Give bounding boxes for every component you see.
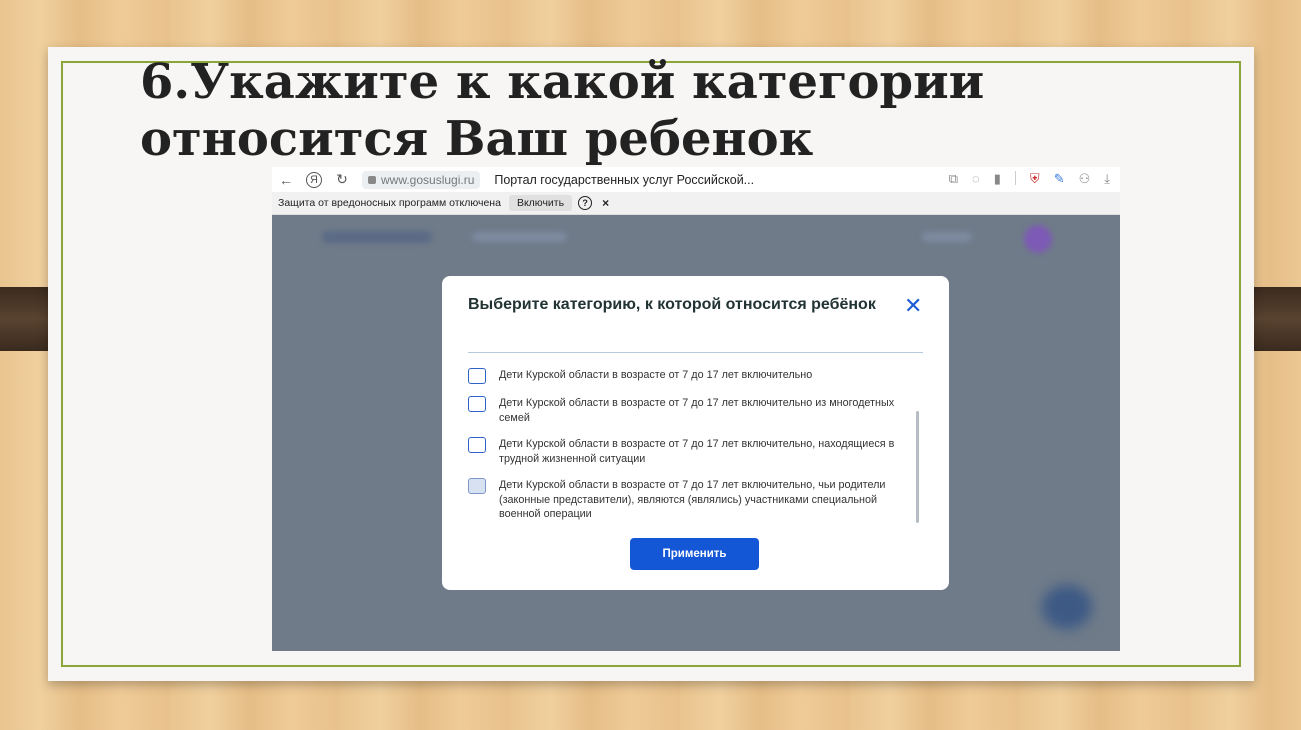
bookmark-icon[interactable]: ▮ bbox=[994, 171, 1001, 187]
option-label: Дети Курской области в возрасте от 7 до … bbox=[499, 479, 886, 520]
blurred-site-header bbox=[312, 225, 1072, 253]
help-icon[interactable]: ? bbox=[578, 196, 593, 210]
browser-toolbar: ← Я ↻ www.gosuslugi.ru Портал государств… bbox=[272, 167, 1120, 192]
warning-text: Защита от вредоносных программ отключена bbox=[278, 197, 501, 209]
category-option[interactable]: Дети Курской области в возрасте от 7 до … bbox=[468, 478, 908, 522]
option-label: Дети Курской области в возрасте от 7 до … bbox=[499, 369, 813, 381]
lock-icon bbox=[368, 175, 376, 184]
category-option[interactable]: Дети Курской области в возрасте от 7 до … bbox=[468, 368, 908, 384]
shield-icon[interactable]: ⛨ bbox=[1030, 171, 1040, 187]
slide-title-line2: относится Ваш ребенок bbox=[140, 111, 814, 167]
profile-icon[interactable]: ⚇ bbox=[1079, 171, 1091, 187]
modal-divider bbox=[468, 352, 923, 353]
avatar bbox=[1024, 225, 1052, 253]
warning-close-icon[interactable]: × bbox=[602, 196, 609, 210]
malware-warning-bar: Защита от вредоносных программ отключена… bbox=[272, 192, 1120, 215]
category-modal: Выберите категорию, к которой относится … bbox=[442, 276, 949, 590]
download-icon[interactable]: ⤓ bbox=[1104, 171, 1110, 187]
checkbox[interactable] bbox=[468, 437, 486, 453]
translate-icon[interactable]: ◌ bbox=[972, 171, 980, 187]
browser-right-icons: ⧉ ◌ ▮ ⛨ ✎ ⚇ ⤓ bbox=[949, 171, 1110, 187]
blurred-nav-right bbox=[922, 232, 972, 242]
slide-title-line1: 6.Укажите к какой категории bbox=[140, 54, 985, 110]
chat-robot-icon bbox=[1042, 585, 1092, 629]
checkbox[interactable] bbox=[468, 478, 486, 494]
toolbar-separator bbox=[1014, 171, 1016, 185]
screenshot: ← Я ↻ www.gosuslugi.ru Портал государств… bbox=[272, 167, 1120, 651]
back-icon[interactable]: ← bbox=[272, 172, 300, 188]
url-text: www.gosuslugi.ru bbox=[381, 172, 475, 187]
enable-button[interactable]: Включить bbox=[508, 195, 573, 211]
category-options: Дети Курской области в возрасте от 7 до … bbox=[468, 368, 908, 534]
browser-page-title: Портал государственных услуг Российской.… bbox=[494, 172, 755, 187]
category-option[interactable]: Дети Курской области в возрасте от 7 до … bbox=[468, 396, 908, 425]
apply-button[interactable]: Применить bbox=[630, 538, 759, 570]
blurred-logo bbox=[322, 231, 432, 243]
address-bar[interactable]: www.gosuslugi.ru bbox=[362, 170, 481, 189]
blurred-nav-link bbox=[472, 232, 567, 242]
category-option[interactable]: Дети Курской области в возрасте от 7 до … bbox=[468, 437, 908, 466]
yandex-icon[interactable]: Я bbox=[306, 171, 322, 188]
extensions-icon[interactable]: ⧉ bbox=[949, 171, 958, 187]
modal-title: Выберите категорию, к которой относится … bbox=[468, 296, 876, 313]
option-label: Дети Курской области в возрасте от 7 до … bbox=[499, 438, 895, 465]
reload-icon[interactable]: ↻ bbox=[328, 171, 356, 188]
scrollbar[interactable] bbox=[916, 411, 919, 523]
checkbox[interactable] bbox=[468, 396, 486, 412]
slide-title: 6.Укажите к какой категории относится Ва… bbox=[140, 54, 1140, 168]
option-label: Дети Курской области в возрасте от 7 до … bbox=[499, 397, 895, 424]
close-icon[interactable]: ✕ bbox=[904, 295, 922, 317]
checkbox[interactable] bbox=[468, 368, 486, 384]
feather-icon[interactable]: ✎ bbox=[1054, 171, 1065, 187]
